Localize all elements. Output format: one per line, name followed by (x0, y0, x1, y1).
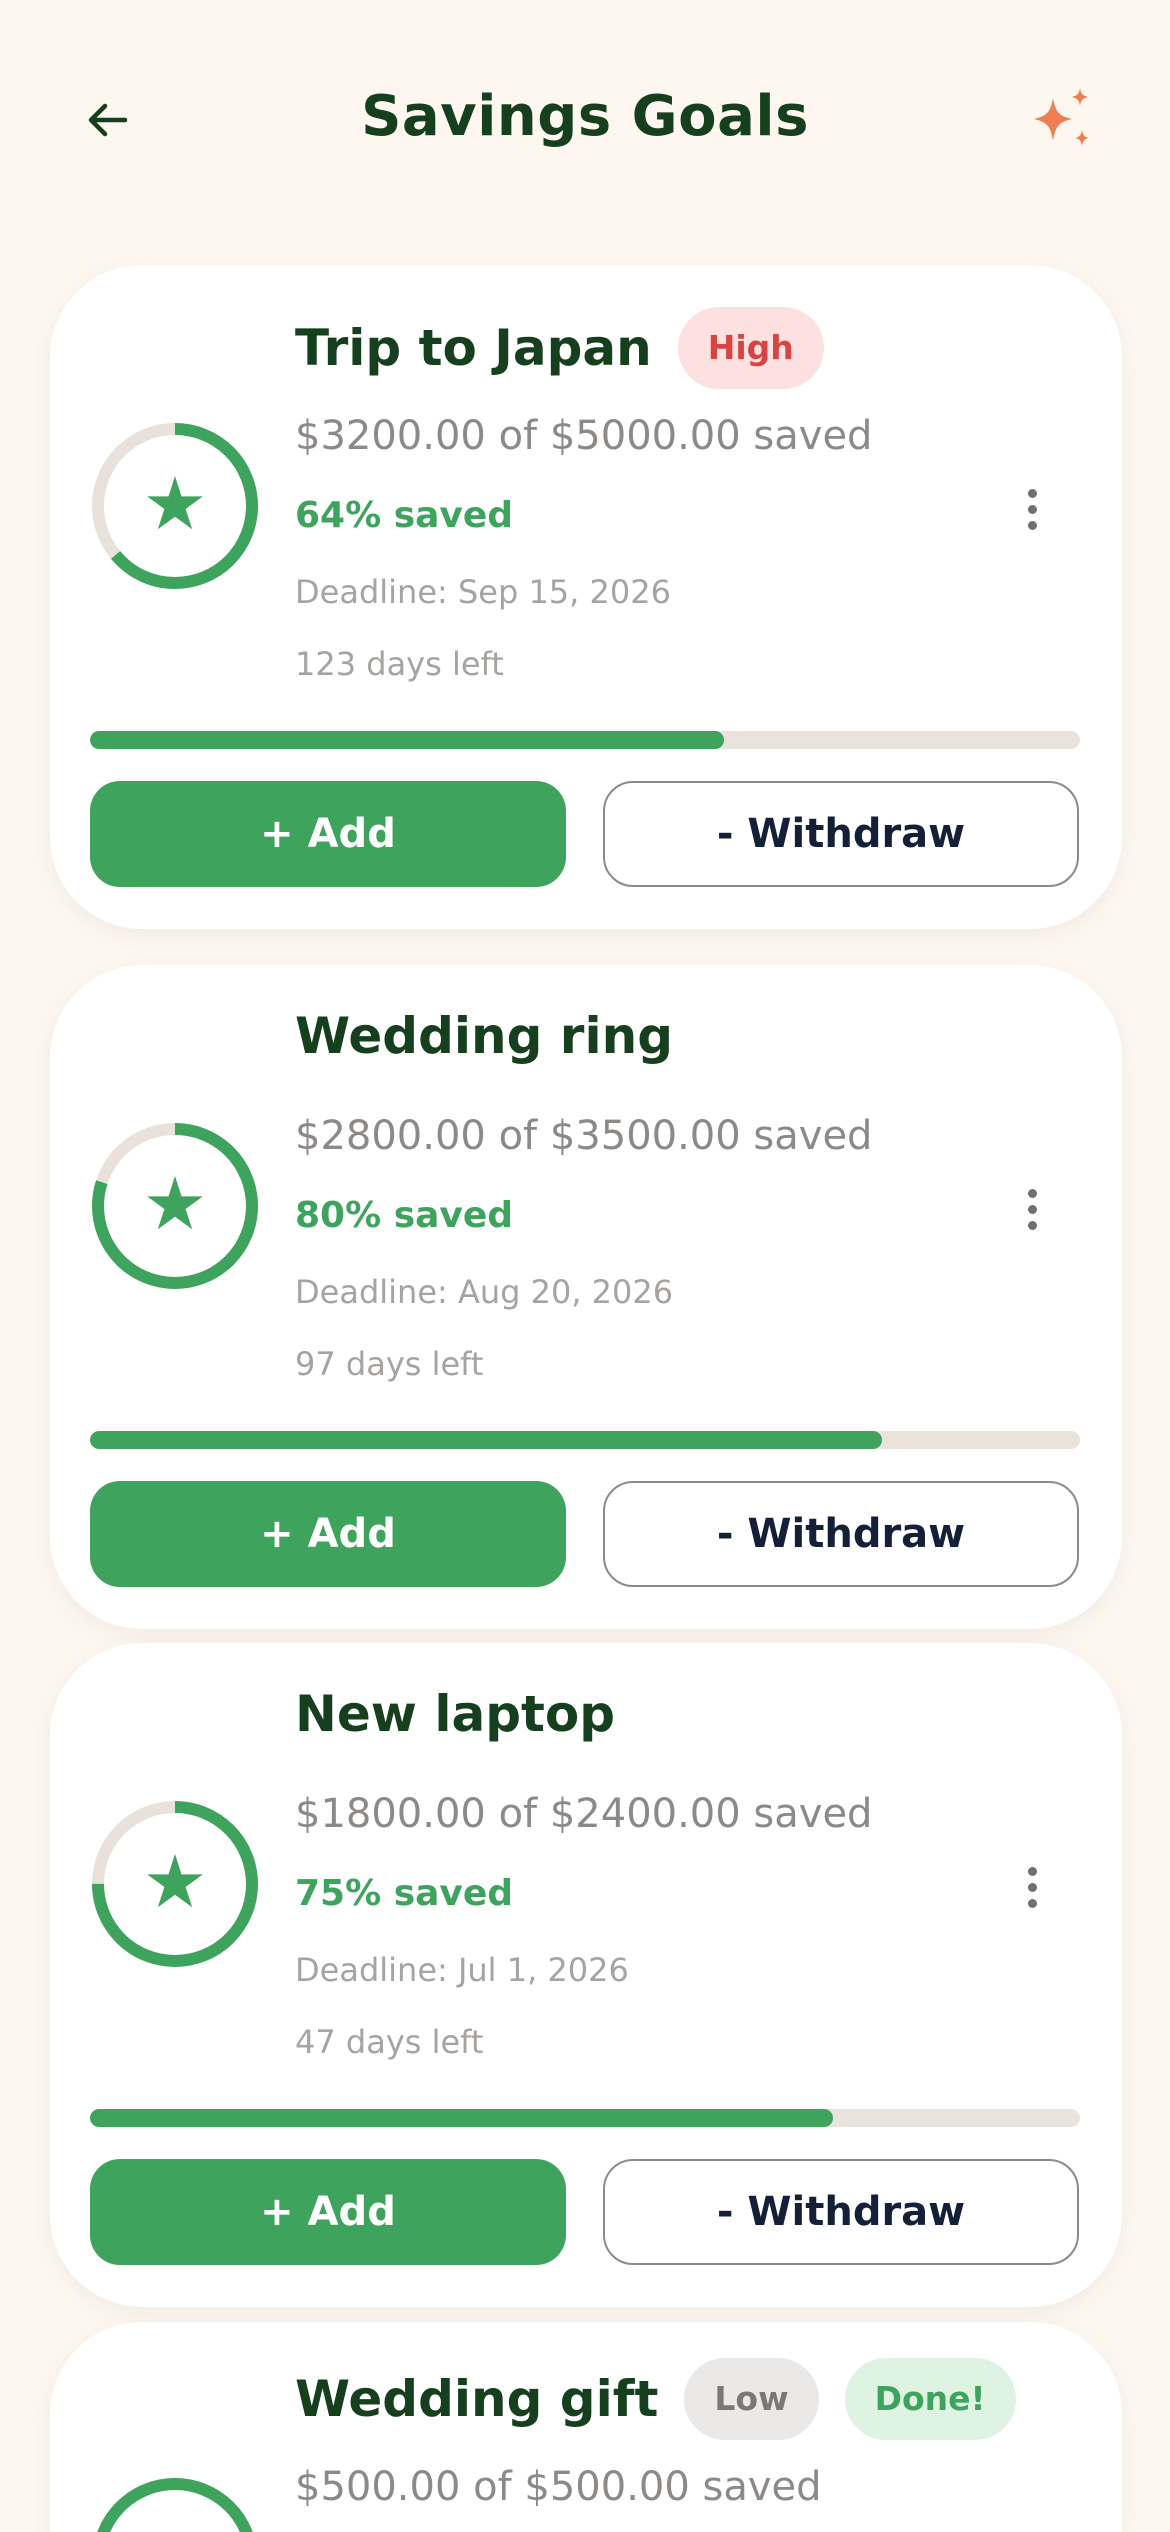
goal-name: Wedding ring (295, 1007, 673, 1065)
withdraw-button[interactable]: - Withdraw (603, 781, 1079, 887)
progress-fill (90, 1431, 882, 1449)
more-options-button[interactable] (1010, 479, 1054, 539)
ai-suggestions-button[interactable] (1026, 86, 1096, 156)
goal-card: Wedding gift Low Done! $500.00 of $500.0… (50, 2322, 1122, 2532)
goal-title-row: Wedding ring (295, 1007, 673, 1065)
deadline: Deadline: Sep 15, 2026 (295, 573, 671, 611)
star-icon (147, 476, 203, 530)
goal-name: Wedding gift (295, 2370, 659, 2428)
withdraw-button[interactable]: - Withdraw (603, 1481, 1079, 1587)
goal-card: Wedding ring $2800.00 of $3500.00 saved … (50, 965, 1122, 1629)
sparkles-icon (1034, 88, 1089, 146)
goal-name: New laptop (295, 1685, 616, 1743)
days-left: 97 days left (295, 1345, 484, 1383)
progress-bar (90, 1431, 1080, 1449)
priority-badge: High (677, 307, 824, 389)
goal-title-row: Wedding gift Low Done! (295, 2358, 1016, 2440)
done-badge: Done! (844, 2358, 1016, 2440)
goal-name: Trip to Japan (295, 319, 652, 377)
saved-percent: 64% saved (295, 495, 514, 536)
goal-title-row: New laptop (295, 1685, 615, 1743)
saved-amount: $1800.00 of $2400.00 saved (295, 1791, 873, 1837)
saved-amount: $500.00 of $500.00 saved (295, 2464, 822, 2510)
add-funds-button[interactable]: + Add (90, 1481, 566, 1587)
progress-fill (90, 731, 724, 749)
page-title: Savings Goals (361, 84, 809, 149)
withdraw-button[interactable]: - Withdraw (603, 2159, 1079, 2265)
days-left: 47 days left (295, 2023, 484, 2061)
deadline: Deadline: Aug 20, 2026 (295, 1273, 674, 1311)
more-options-button[interactable] (1010, 1179, 1054, 1239)
days-left: 123 days left (295, 645, 504, 683)
progress-ring (92, 423, 258, 589)
progress-ring (92, 2478, 258, 2532)
progress-bar (90, 731, 1080, 749)
app-header: Savings Goals (0, 0, 1170, 240)
priority-badge: Low (684, 2358, 819, 2440)
add-funds-button[interactable]: + Add (90, 2159, 566, 2265)
progress-ring (92, 1801, 258, 1967)
more-options-button[interactable] (1010, 1857, 1054, 1917)
star-icon (147, 1854, 203, 1908)
saved-amount: $3200.00 of $5000.00 saved (295, 413, 873, 459)
goal-title-row: Trip to Japan High (295, 307, 824, 389)
goal-card: New laptop $1800.00 of $2400.00 saved 75… (50, 1643, 1122, 2307)
saved-percent: 75% saved (295, 1873, 514, 1914)
goal-card: Trip to Japan High $3200.00 of $5000.00 … (50, 265, 1122, 929)
deadline: Deadline: Jul 1, 2026 (295, 1951, 629, 1989)
saved-percent: 80% saved (295, 1195, 514, 1236)
star-icon (147, 1176, 203, 1230)
progress-bar (90, 2109, 1080, 2127)
add-funds-button[interactable]: + Add (90, 781, 566, 887)
progress-fill (90, 2109, 833, 2127)
progress-ring (92, 1123, 258, 1289)
saved-amount: $2800.00 of $3500.00 saved (295, 1113, 873, 1159)
